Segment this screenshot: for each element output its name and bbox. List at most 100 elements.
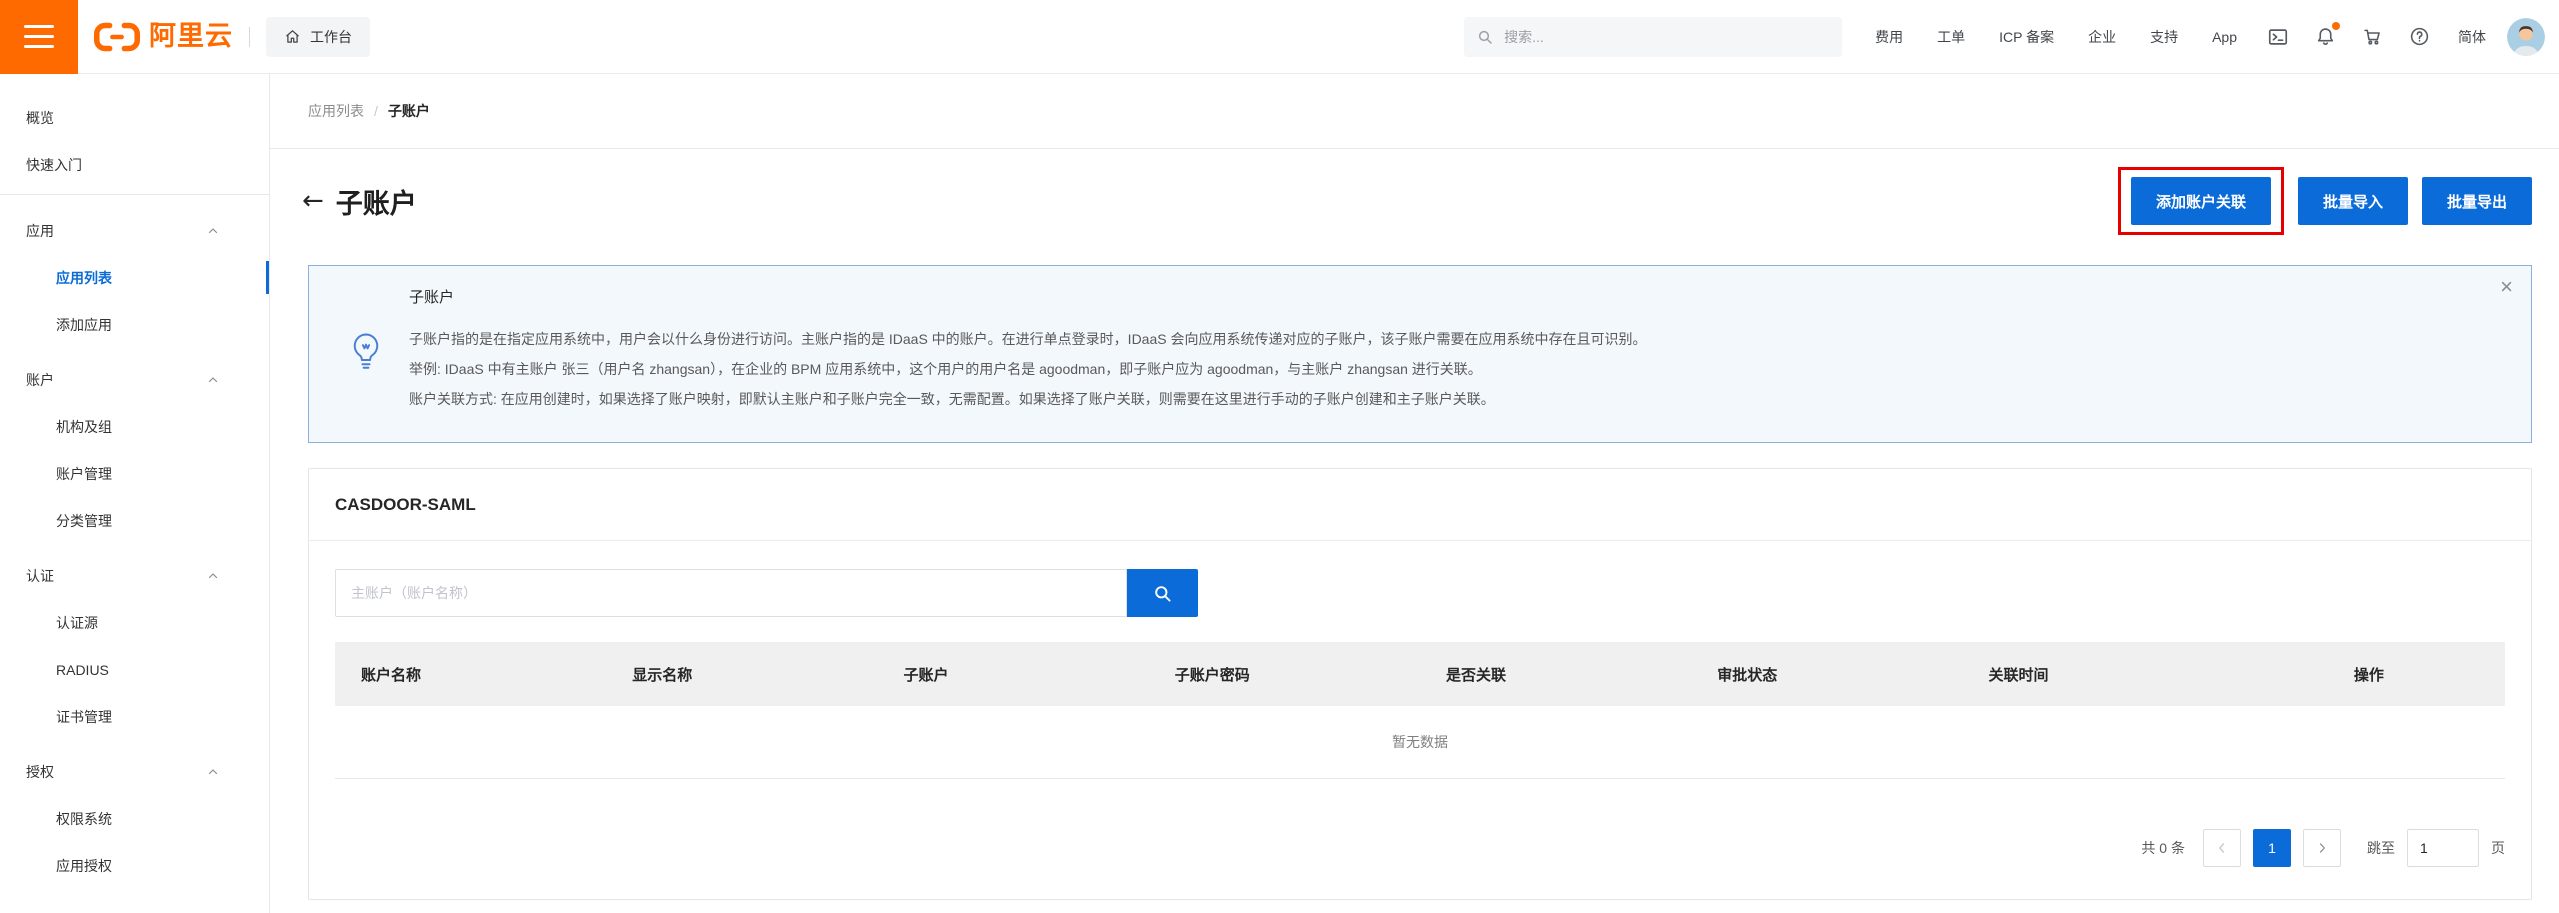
sidebar-item-auth-source[interactable]: 认证源: [0, 599, 269, 646]
aliyun-logo-icon: [94, 22, 140, 52]
col-link-time: 关联时间: [1963, 642, 2234, 706]
hamburger-menu-button[interactable]: [0, 0, 78, 74]
topbar-divider: [249, 27, 250, 47]
sidebar-item-add-app[interactable]: 添加应用: [0, 301, 269, 348]
add-account-link-button[interactable]: 添加账户关联: [2131, 177, 2271, 225]
page-unit-label: 页: [2491, 838, 2505, 858]
breadcrumb-current: 子账户: [388, 101, 430, 121]
sidebar-item-app-authorization[interactable]: 应用授权: [0, 842, 269, 889]
brand-name: 阿里云: [149, 23, 233, 50]
back-arrow-icon[interactable]: ←: [302, 188, 324, 214]
sidebar-item-quickstart[interactable]: 快速入门: [0, 141, 269, 188]
title-row: ← 子账户 添加账户关联 批量导入 批量导出: [270, 163, 2559, 239]
jump-to-label: 跳至: [2367, 838, 2395, 858]
sidebar-divider: [0, 194, 269, 195]
sidebar-group-account[interactable]: 账户: [0, 356, 269, 403]
col-approval-status: 审批状态: [1691, 642, 1962, 706]
sidebar-item-overview[interactable]: 概览: [0, 94, 269, 141]
col-sub-account-password: 子账户密码: [1149, 642, 1420, 706]
workbench-label: 工作台: [310, 27, 352, 47]
sidebar-item-app-list[interactable]: 应用列表: [0, 254, 269, 301]
breadcrumb: 应用列表 / 子账户: [270, 74, 2559, 149]
language-switch[interactable]: 简体: [2458, 27, 2486, 47]
empty-state-text: 暂无数据: [1392, 732, 1448, 752]
empty-state: 暂无数据: [335, 706, 2505, 779]
next-page-button[interactable]: [2303, 829, 2341, 867]
topbar: 阿里云 工作台 费用 工单 ICP 备案 企业 支持 App: [0, 0, 2559, 74]
sidebar-item-org-groups[interactable]: 机构及组: [0, 403, 269, 450]
notifications-bell-icon[interactable]: [2315, 26, 2336, 47]
pagination-total: 共 0 条: [2141, 838, 2185, 858]
jump-page-input[interactable]: [2407, 829, 2479, 867]
topbar-link-enterprise[interactable]: 企业: [2088, 27, 2116, 47]
search-icon: [1477, 29, 1493, 45]
account-search-row: [335, 569, 2505, 617]
col-is-linked: 是否关联: [1420, 642, 1691, 706]
info-box-line: 子账户指的是在指定应用系统中，用户会以什么身份进行访问。主账户指的是 IDaaS…: [409, 324, 2461, 354]
sidebar-item-cert-mgmt[interactable]: 证书管理: [0, 693, 269, 740]
topbar-links: 费用 工单 ICP 备案 企业 支持 App: [1858, 27, 2254, 47]
home-icon: [284, 28, 301, 45]
notification-dot: [2332, 22, 2340, 30]
page-body: 概览 快速入门 应用 应用列表 添加应用 账户 机构及组 账户管理 分类管理 认…: [0, 74, 2559, 913]
topbar-link-icp[interactable]: ICP 备案: [1999, 27, 2054, 47]
sidebar-item-permission-system[interactable]: 权限系统: [0, 795, 269, 842]
sidebar-group-application[interactable]: 应用: [0, 207, 269, 254]
close-icon[interactable]: ×: [2500, 276, 2513, 298]
account-search-input[interactable]: [335, 569, 1127, 617]
lightbulb-icon: [349, 332, 383, 377]
panel-title: CASDOOR-SAML: [309, 469, 2531, 541]
col-display-name: 显示名称: [606, 642, 877, 706]
batch-export-button[interactable]: 批量导出: [2422, 177, 2532, 225]
active-indicator: [266, 261, 269, 294]
aliyun-logo[interactable]: 阿里云: [94, 22, 233, 52]
global-search-box[interactable]: [1464, 17, 1842, 57]
topbar-icons: [2254, 26, 2443, 48]
breadcrumb-app-list[interactable]: 应用列表: [308, 101, 364, 121]
info-box-line: 举例: IDaaS 中有主账户 张三（用户名 zhangsan），在企业的 BP…: [409, 354, 2461, 384]
topbar-link-billing[interactable]: 费用: [1875, 27, 1903, 47]
chevron-left-icon: [2215, 841, 2229, 855]
batch-import-button[interactable]: 批量导入: [2298, 177, 2408, 225]
chevron-up-icon: [207, 374, 219, 386]
sidebar-group-authorization[interactable]: 授权: [0, 748, 269, 795]
sub-account-panel: CASDOOR-SAML 账户名称 显示名称: [308, 468, 2532, 900]
info-box: 子账户 子账户指的是在指定应用系统中，用户会以什么身份进行访问。主账户指的是 I…: [308, 265, 2532, 443]
info-box-title: 子账户: [409, 283, 2461, 313]
help-icon[interactable]: [2409, 26, 2430, 47]
prev-page-button[interactable]: [2203, 829, 2241, 867]
cart-icon[interactable]: [2362, 26, 2383, 47]
sidebar-item-category-mgmt[interactable]: 分类管理: [0, 497, 269, 544]
chevron-up-icon: [207, 766, 219, 778]
col-sub-account: 子账户: [878, 642, 1149, 706]
topbar-link-app[interactable]: App: [2212, 29, 2237, 45]
pagination: 共 0 条 1 跳至 页: [335, 829, 2505, 867]
search-icon: [1153, 584, 1172, 603]
sidebar-item-account-mgmt[interactable]: 账户管理: [0, 450, 269, 497]
col-account-name: 账户名称: [335, 642, 606, 706]
page-title-text: 子账户: [336, 182, 417, 221]
sidebar-item-radius[interactable]: RADIUS: [0, 646, 269, 693]
workbench-button[interactable]: 工作台: [266, 17, 370, 57]
main-content: 应用列表 / 子账户 ← 子账户 添加账户关联 批量导入 批量导出: [270, 74, 2559, 913]
chevron-up-icon: [207, 570, 219, 582]
user-avatar[interactable]: [2507, 18, 2545, 56]
topbar-link-support[interactable]: 支持: [2150, 27, 2178, 47]
chevron-right-icon: [2315, 841, 2329, 855]
global-search-input[interactable]: [1502, 28, 1829, 46]
account-search-button[interactable]: [1127, 569, 1198, 617]
col-actions: 操作: [2234, 642, 2505, 706]
info-box-line: 账户关联方式: 在应用创建时，如果选择了账户映射，即默认主账户和子账户完全一致，…: [409, 384, 2461, 414]
sidebar-group-authentication[interactable]: 认证: [0, 552, 269, 599]
table-header-row: 账户名称 显示名称 子账户 子账户密码 是否关联 审批状态 关联时间 操作: [335, 642, 2505, 706]
cloud-shell-icon[interactable]: [2267, 26, 2289, 48]
accounts-table: 账户名称 显示名称 子账户 子账户密码 是否关联 审批状态 关联时间 操作: [335, 642, 2505, 779]
breadcrumb-separator: /: [374, 103, 378, 119]
page-title: ← 子账户: [302, 182, 417, 221]
header-actions: 添加账户关联 批量导入 批量导出: [2118, 167, 2532, 235]
sidebar: 概览 快速入门 应用 应用列表 添加应用 账户 机构及组 账户管理 分类管理 认…: [0, 74, 270, 913]
topbar-link-tickets[interactable]: 工单: [1937, 27, 1965, 47]
console-page: 阿里云 工作台 费用 工单 ICP 备案 企业 支持 App: [0, 0, 2559, 913]
current-page-button[interactable]: 1: [2253, 829, 2291, 867]
annotation-highlight-box: 添加账户关联: [2118, 167, 2284, 235]
